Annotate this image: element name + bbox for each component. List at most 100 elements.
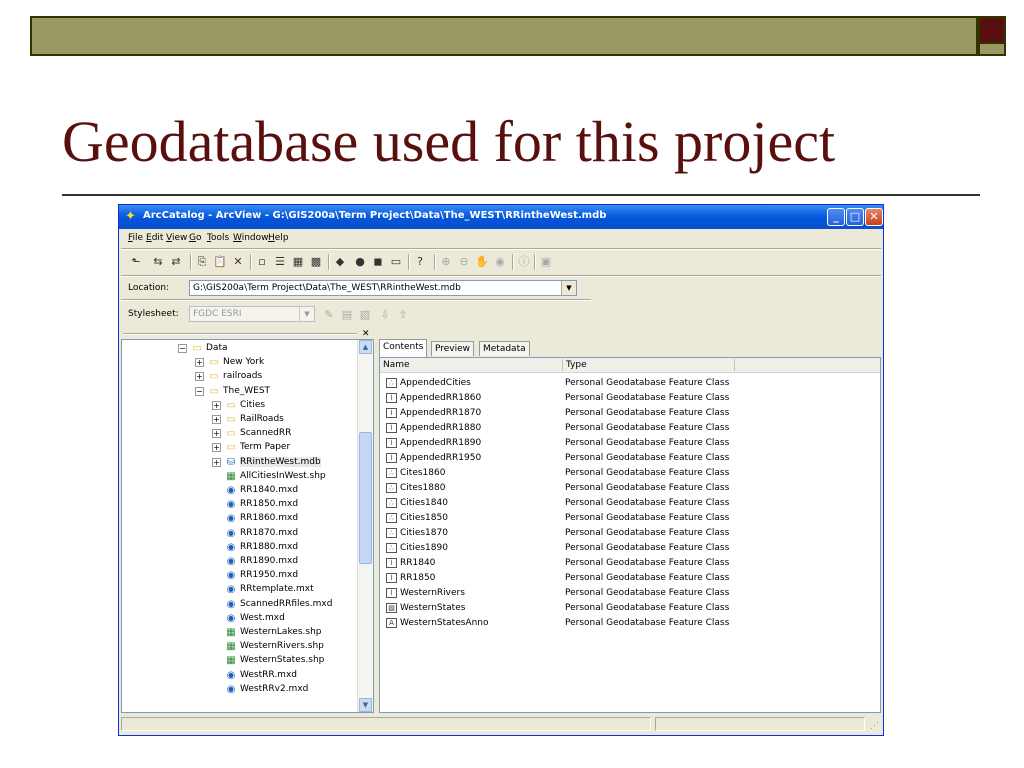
column-header-type[interactable]: Type — [563, 359, 735, 371]
arctoolbox-icon[interactable]: ● — [352, 254, 368, 270]
tree-item-label: ScannedRRfiles.mxd — [240, 598, 333, 609]
scroll-up-icon[interactable]: ▲ — [359, 340, 372, 354]
full-extent-icon[interactable]: ◉ — [492, 254, 508, 270]
tab-metadata[interactable]: Metadata — [479, 341, 530, 356]
line-feature-class-icon: ⌇ — [386, 408, 397, 418]
tree-item-label: Term Paper — [240, 442, 291, 453]
create-metadata-icon[interactable]: ▧ — [357, 307, 373, 323]
menu-edit[interactable]: Edit — [146, 233, 163, 243]
scroll-thumb[interactable] — [359, 432, 372, 564]
menu-go[interactable]: Go — [189, 233, 202, 243]
window-title: ArcCatalog - ArcView - G:\GIS200a\Term P… — [143, 210, 607, 221]
expand-icon[interactable]: + — [212, 457, 221, 467]
item-type: Personal Geodatabase Feature Class — [565, 423, 730, 433]
map-document-icon: ◉ — [226, 541, 236, 553]
menu-view[interactable]: View — [166, 233, 187, 243]
connect-folder-icon[interactable]: ⇆ — [150, 254, 166, 270]
toolbar-divider — [408, 254, 410, 270]
copy-icon[interactable]: ⎘ — [194, 254, 210, 270]
window-titlebar[interactable]: ✦ ArcCatalog - ArcView - G:\GIS200a\Term… — [119, 205, 883, 229]
menu-file[interactable]: File — [128, 233, 143, 243]
map-document-icon: ◉ — [226, 683, 236, 695]
toolbar-divider — [534, 254, 536, 270]
collapse-icon[interactable]: − — [178, 344, 187, 353]
slide-corner-square — [978, 16, 1006, 44]
import-metadata-icon[interactable]: ⇩ — [377, 307, 393, 323]
identify-icon[interactable]: ⓘ — [516, 254, 532, 270]
edit-metadata-icon[interactable]: ✎ — [321, 307, 337, 323]
expand-icon[interactable]: + — [212, 429, 221, 439]
zoom-in-icon[interactable]: ⊕ — [438, 254, 454, 270]
scroll-down-icon[interactable]: ▼ — [359, 698, 372, 712]
stylesheet-combobox[interactable]: FGDC ESRI ▼ — [189, 306, 315, 322]
tree-vertical-scrollbar[interactable]: ▲ ▼ — [357, 340, 373, 712]
tab-preview[interactable]: Preview — [431, 341, 475, 356]
location-toolbar: Location: G:\GIS200a\Term Project\Data\T… — [119, 277, 883, 299]
map-document-icon: ◉ — [226, 598, 236, 610]
item-type: Personal Geodatabase Feature Class — [565, 378, 730, 388]
item-type: Personal Geodatabase Feature Class — [565, 528, 730, 538]
details-icon[interactable]: ▦ — [290, 254, 306, 270]
close-button[interactable]: ✕ — [865, 208, 883, 226]
resize-grip-icon[interactable]: ⋰ — [870, 721, 879, 731]
menu-tools[interactable]: Tools — [207, 233, 229, 243]
launch-arcmap-icon[interactable]: ◆ — [332, 254, 348, 270]
item-type: Personal Geodatabase Feature Class — [565, 498, 730, 508]
location-dropdown-icon[interactable]: ▼ — [561, 281, 576, 295]
whats-this-icon[interactable]: ? — [412, 254, 428, 270]
item-type: Personal Geodatabase Feature Class — [565, 438, 730, 448]
metadata-properties-icon[interactable]: ▤ — [339, 307, 355, 323]
expand-icon[interactable]: + — [212, 400, 221, 410]
paste-icon[interactable]: 📋 — [212, 254, 228, 270]
item-type: Personal Geodatabase Feature Class — [565, 558, 730, 568]
tree-pane-grip — [123, 333, 357, 335]
pan-icon[interactable]: ✋ — [474, 254, 490, 270]
large-icons-icon[interactable]: ▫ — [254, 254, 270, 270]
expand-icon[interactable]: + — [212, 443, 221, 453]
up-one-level-icon[interactable]: ⬑ — [128, 254, 144, 270]
tree-item-label: RRintheWest.mdb — [240, 456, 321, 467]
create-thumbnail-icon[interactable]: ▣ — [538, 254, 554, 270]
folder-icon: ▭ — [192, 343, 202, 354]
stylesheet-dropdown-icon[interactable]: ▼ — [299, 307, 314, 321]
shapefile-icon: ▦ — [226, 627, 236, 638]
zoom-out-icon[interactable]: ⊖ — [456, 254, 472, 270]
tree-close-icon[interactable]: ✕ — [362, 329, 370, 339]
menu-help[interactable]: Help — [268, 233, 289, 243]
line-feature-class-icon: ⌇ — [386, 423, 397, 433]
expand-icon[interactable]: + — [195, 372, 204, 382]
item-type: Personal Geodatabase Feature Class — [565, 573, 730, 583]
tree-item-label: WestRR.mxd — [240, 669, 297, 680]
menu-window[interactable]: Window — [233, 233, 269, 243]
minimize-button[interactable]: _ — [827, 208, 845, 226]
column-header-name[interactable]: Name — [380, 359, 563, 371]
toolbar-divider — [328, 254, 330, 270]
location-combobox[interactable]: G:\GIS200a\Term Project\Data\The_WEST\RR… — [189, 280, 577, 296]
item-name: Cities1840 — [400, 498, 448, 508]
folder-icon: ▭ — [209, 357, 219, 369]
metadata-toolbar: Stylesheet: FGDC ESRI ▼ ✎ ▤ ▧ ⇩ ⇧ — [119, 301, 883, 325]
map-document-icon: ◉ — [226, 527, 236, 539]
delete-icon[interactable]: ✕ — [230, 254, 246, 270]
tree-item-label: The_WEST — [223, 385, 271, 396]
maximize-button[interactable]: □ — [846, 208, 864, 226]
geodatabase-icon: ⛁ — [226, 456, 236, 468]
point-feature-class-icon: ∴ — [386, 513, 397, 523]
point-feature-class-icon: ∴ — [386, 543, 397, 553]
item-type: Personal Geodatabase Feature Class — [565, 468, 730, 478]
tab-contents[interactable]: Contents — [379, 339, 428, 357]
thumbnails-icon[interactable]: ▩ — [308, 254, 324, 270]
catalog-tree: − ▭ Data + ▭ New York + ▭ railroads − ▭ The_WEST + ▭ C… — [121, 339, 374, 713]
expand-icon[interactable]: + — [212, 415, 221, 424]
tree-item-label: Data — [206, 343, 228, 353]
map-document-icon: ◉ — [226, 556, 236, 567]
expand-icon[interactable]: + — [195, 358, 204, 368]
export-metadata-icon[interactable]: ⇧ — [395, 307, 411, 323]
collapse-icon[interactable]: − — [195, 386, 204, 396]
list-icon[interactable]: ☰ — [272, 254, 288, 270]
disconnect-folder-icon[interactable]: ⇄ — [168, 254, 184, 270]
command-line-icon[interactable]: ▭ — [388, 254, 404, 270]
toolbar-divider — [190, 254, 192, 270]
arctoolbox-window-icon[interactable]: ◼ — [370, 254, 386, 270]
item-name: Cities1890 — [400, 543, 448, 553]
